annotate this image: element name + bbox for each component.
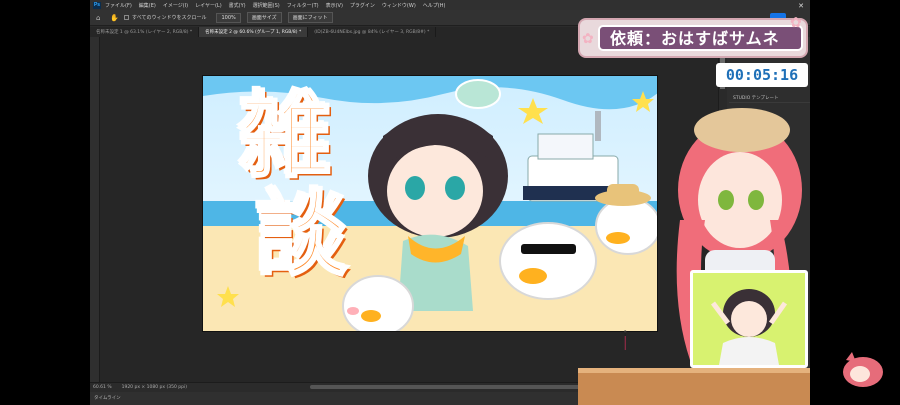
sakura-flower-icon: ✿ — [790, 15, 802, 31]
zoom-100-button[interactable]: 100% — [216, 12, 241, 23]
sakura-flower-icon: ✿ — [582, 31, 594, 47]
left-pillarbox — [0, 0, 90, 405]
menu-bar: Ps ファイル(F) 編集(E) イメージ(I) レイヤー(L) 書式(Y) 選… — [90, 0, 810, 10]
timer-text: 00:05:16 — [725, 66, 799, 84]
menu-filter[interactable]: フィルター(T) — [287, 2, 319, 9]
scroll-all-checkbox[interactable] — [124, 15, 129, 20]
mascot-icon — [843, 352, 883, 387]
menu-plugins[interactable]: プラグイン — [350, 2, 375, 9]
status-zoom[interactable]: 60.61 % — [93, 385, 112, 390]
tab-document-1[interactable]: 名称未設定 1 @ 63.1% (レイヤー 2, RGB/8) * — [90, 27, 200, 37]
request-label: 依頼：おはすばサムネ — [610, 29, 780, 48]
menu-edit[interactable]: 編集(E) — [139, 2, 156, 9]
photoshop-logo-icon: Ps — [93, 1, 101, 9]
scroll-all-label: すべてのウィンドウをスクロール — [132, 15, 207, 21]
tab-document-3[interactable]: (ID)ZB-6U4NEIbs.jpg @ 84% (レイヤー 3, RGB/8… — [308, 27, 437, 37]
menu-type[interactable]: 書式(Y) — [229, 2, 246, 9]
stream-timer: 00:05:16 — [716, 63, 808, 87]
thumbnail-title-char-1: 雑 — [237, 83, 332, 190]
desk — [578, 368, 810, 405]
home-icon[interactable]: ⌂ — [96, 14, 104, 22]
request-banner-inner: 依頼：おはすばサムネ — [598, 25, 803, 51]
character-card — [690, 270, 808, 368]
hand-tool-icon[interactable]: ✋ — [110, 14, 119, 22]
thumbnail-title-char-2: 談 — [254, 181, 349, 288]
menu-window[interactable]: ウィンドウ(W) — [382, 2, 416, 9]
menu-layer[interactable]: レイヤー(L) — [195, 2, 222, 9]
tab-document-2[interactable]: 名称未設定 2 @ 60.6% (グループ 1, RGB/8) * — [199, 27, 309, 37]
menu-select[interactable]: 選択範囲(S) — [253, 2, 280, 9]
request-banner: 依頼：おはすばサムネ ✿ ✿ — [578, 15, 808, 58]
fit-screen-button[interactable]: 画面サイズ — [246, 12, 282, 23]
fill-screen-button[interactable]: 画面にフィット — [287, 12, 333, 23]
right-pillarbox — [810, 0, 900, 405]
tools-panel[interactable] — [90, 37, 100, 382]
menu-file[interactable]: ファイル(F) — [105, 2, 132, 9]
menu-help[interactable]: ヘルプ(H) — [423, 2, 446, 9]
character-card-illustration — [711, 289, 788, 365]
thumbnail-artwork: 雑 談 — [202, 75, 658, 332]
menu-view[interactable]: 表示(V) — [326, 2, 343, 9]
close-icon[interactable]: ✕ — [798, 2, 804, 10]
menu-image[interactable]: イメージ(I) — [163, 2, 188, 9]
status-doc-info: 1920 px × 1080 px (350 ppi) — [121, 385, 187, 390]
thumbnail-title: 雑 談 — [209, 86, 359, 288]
